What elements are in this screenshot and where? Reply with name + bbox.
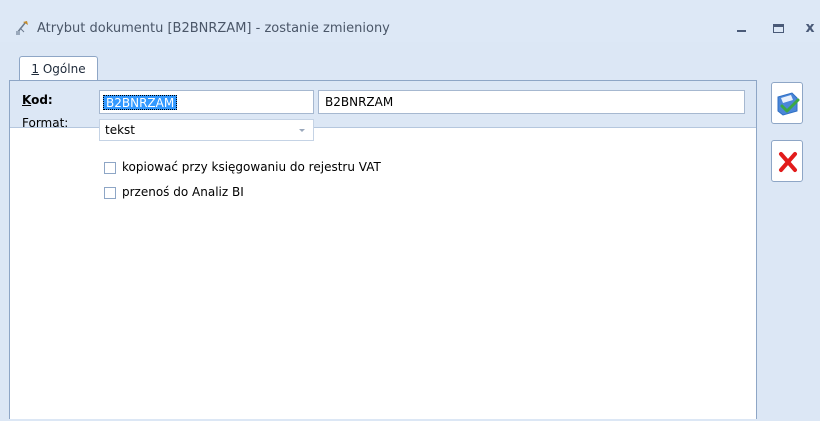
save-button[interactable]: [771, 82, 803, 124]
close-button[interactable]: x: [800, 18, 820, 38]
general-tab-panel: Kod: B2BNRZAM B2BNRZAM Format: tekst kop…: [9, 80, 757, 421]
bi-transfer-label: przenoś do Analiz BI: [122, 185, 244, 199]
code-input[interactable]: B2BNRZAM: [99, 90, 314, 114]
minimize-button[interactable]: [731, 18, 753, 38]
format-select[interactable]: tekst: [99, 119, 314, 141]
vat-copy-label: kopiować przy księgowaniu do rejestru VA…: [122, 160, 381, 174]
title-bar: Atrybut dokumentu [B2BNRZAM] - zostanie …: [0, 0, 820, 42]
tab-label: Ogólne: [39, 62, 86, 76]
code-name-input[interactable]: B2BNRZAM: [318, 90, 745, 114]
dialog-window: Atrybut dokumentu [B2BNRZAM] - zostanie …: [0, 0, 820, 421]
close-icon: x: [805, 20, 815, 36]
maximize-icon: [773, 24, 784, 33]
chevron-down-icon: [299, 129, 305, 132]
vat-copy-checkbox[interactable]: [104, 162, 116, 174]
bi-transfer-checkbox[interactable]: [104, 187, 116, 199]
cancel-icon: [779, 152, 797, 172]
minimize-icon: [737, 30, 746, 32]
code-name-value: B2BNRZAM: [325, 95, 394, 109]
tab-strip: 1 Ogólne: [9, 52, 757, 82]
cancel-button[interactable]: [771, 140, 803, 182]
document-attribute-icon: [16, 21, 28, 35]
tab-accesskey: 1: [31, 62, 40, 76]
window-title: Atrybut dokumentu [B2BNRZAM] - zostanie …: [37, 21, 390, 36]
code-input-value: B2BNRZAM: [103, 95, 178, 110]
save-icon: [777, 92, 800, 116]
tab-ogolne[interactable]: 1 Ogólne: [19, 56, 98, 82]
code-label: Kod:: [22, 93, 53, 107]
format-label: Format:: [22, 116, 69, 130]
code-label-rest: od:: [31, 93, 53, 107]
code-label-accesskey: K: [22, 93, 32, 107]
maximize-button[interactable]: [768, 18, 790, 38]
format-select-value: tekst: [105, 123, 135, 137]
